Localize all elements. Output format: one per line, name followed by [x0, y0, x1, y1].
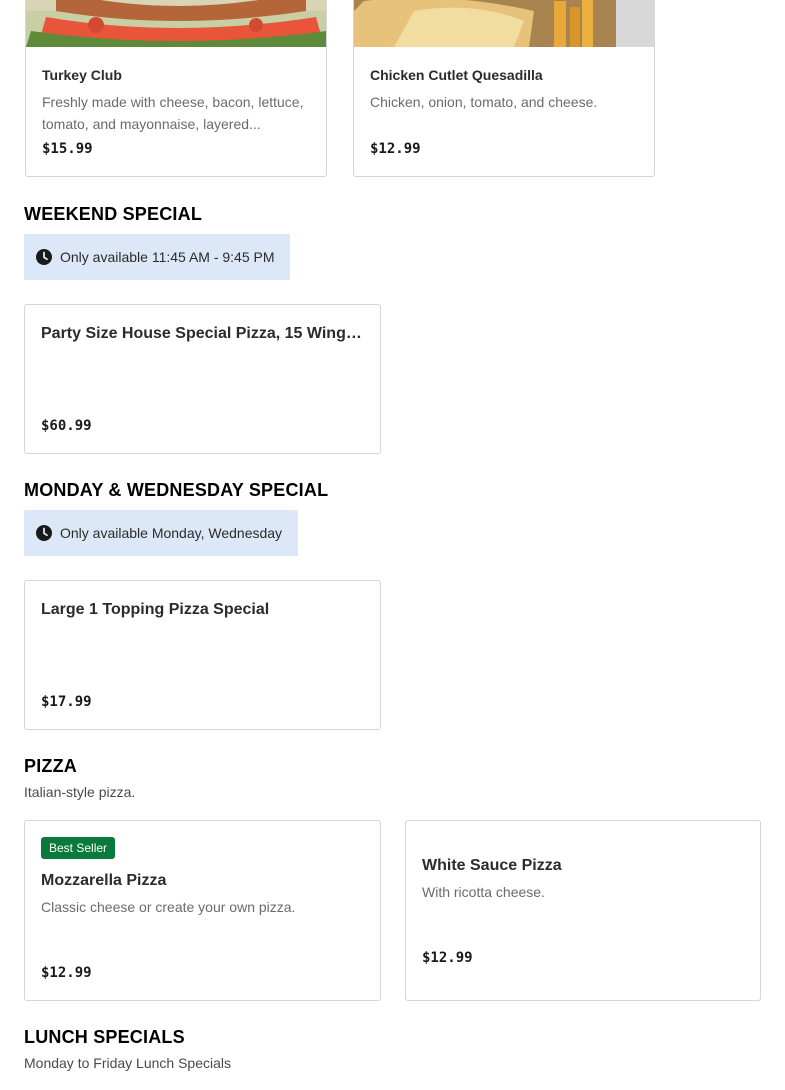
item-name: Large 1 Topping Pizza Special: [41, 601, 270, 618]
clock-icon: [36, 249, 52, 265]
menu-item-card[interactable]: Best Seller Mozzarella Pizza Classic che…: [24, 820, 381, 1001]
quesadilla-photo: [354, 0, 654, 47]
item-name: Party Size House Special Pizza, 15 Wings…: [41, 325, 366, 342]
section-subtitle: Italian-style pizza.: [24, 784, 136, 800]
item-price: $12.99: [41, 965, 92, 981]
item-description: Freshly made with cheese, bacon, lettuce…: [42, 94, 304, 132]
item-description: Chicken, onion, tomato, and cheese.: [370, 94, 598, 110]
turkey-club-photo: [26, 0, 326, 47]
menu-item-card[interactable]: Chicken Cutlet Quesadilla Chicken, onion…: [353, 0, 655, 177]
menu-item-card[interactable]: Large 1 Topping Pizza Special $17.99: [24, 580, 381, 730]
item-price: $60.99: [41, 418, 92, 434]
best-seller-badge: Best Seller: [41, 837, 116, 859]
item-price: $17.99: [41, 694, 92, 710]
menu-item-card[interactable]: Party Size House Special Pizza, 15 Wings…: [24, 304, 381, 454]
item-price: $15.99: [42, 141, 93, 157]
item-price: $12.99: [422, 950, 473, 966]
availability-banner: Only available Monday, Wednesday: [24, 510, 298, 556]
availability-banner: Only available 11:45 AM - 9:45 PM: [24, 234, 290, 280]
section-title: WEEKEND SPECIAL: [24, 204, 203, 224]
menu-item-card[interactable]: White Sauce Pizza With ricotta cheese. $…: [405, 820, 761, 1001]
item-name: Turkey Club: [42, 67, 122, 83]
clock-icon: [36, 525, 52, 541]
section-subtitle: Monday to Friday Lunch Specials: [24, 1055, 231, 1071]
item-description: With ricotta cheese.: [422, 884, 545, 900]
section-title: MONDAY & WEDNESDAY SPECIAL: [24, 480, 329, 500]
item-name: White Sauce Pizza: [422, 857, 562, 874]
availability-text: Only available 11:45 AM - 9:45 PM: [60, 249, 275, 265]
section-title: PIZZA: [24, 756, 77, 776]
section-title: LUNCH SPECIALS: [24, 1027, 185, 1047]
item-description: Classic cheese or create your own pizza.: [41, 899, 296, 915]
item-price: $12.99: [370, 141, 421, 157]
item-name: Mozzarella Pizza: [41, 872, 167, 889]
availability-text: Only available Monday, Wednesday: [60, 525, 283, 541]
menu-item-card[interactable]: Turkey Club Freshly made with cheese, ba…: [25, 0, 327, 177]
item-name: Chicken Cutlet Quesadilla: [370, 67, 543, 83]
